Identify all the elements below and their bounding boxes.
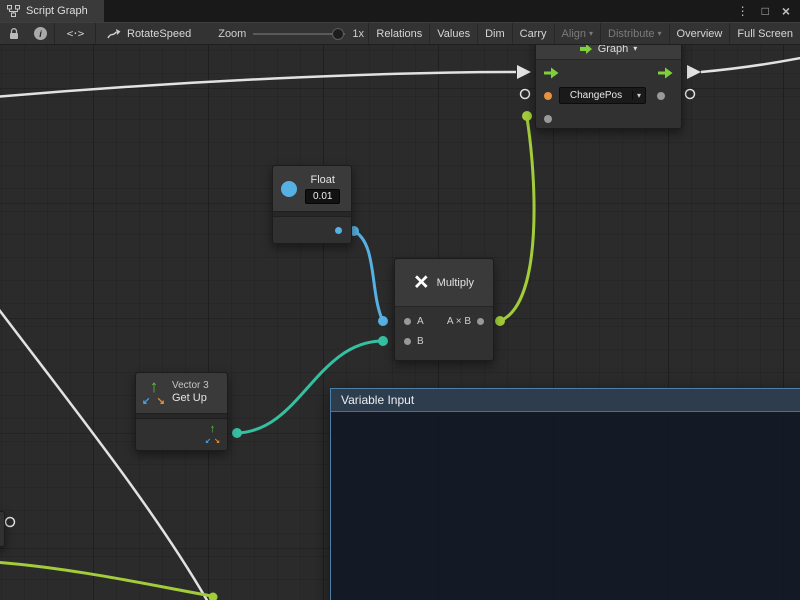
window-controls: ⋮ □ × (737, 0, 800, 22)
graph-breadcrumb[interactable]: RotateSpeed (96, 23, 202, 44)
port-bottom-wire-end[interactable] (209, 593, 218, 600)
graph-name: RotateSpeed (127, 28, 191, 40)
wire-flow-incoming[interactable] (0, 72, 516, 97)
values-button[interactable]: Values (429, 23, 477, 44)
port-getup-output[interactable] (232, 428, 242, 438)
variable-name-row: ChangePos ▾ (536, 85, 681, 106)
variable-scope-icon (580, 45, 593, 54)
multiply-node-ports: A A × B B (395, 307, 493, 360)
port-multiply-b-edge[interactable] (378, 336, 388, 346)
flow-arrowhead-in (517, 65, 531, 79)
string-input-port[interactable] (544, 92, 552, 100)
zoom-label: Zoom (218, 28, 246, 40)
relations-button[interactable]: Relations (368, 23, 429, 44)
vector3-type-label: Vector 3 (172, 380, 209, 393)
info-icon: i (34, 27, 47, 40)
multiply-node-header: × Multiply (395, 259, 493, 307)
wire-float-to-multiply-a[interactable] (354, 231, 382, 319)
multiply-output-label: A × B (447, 316, 471, 327)
multiply-input-a-label: A (417, 316, 424, 327)
carry-button[interactable]: Carry (512, 23, 554, 44)
variable-name-dropdown[interactable]: ChangePos ▾ (559, 87, 646, 104)
vector3-getup-node[interactable]: ↑ ↙ ↘ Vector 3 Get Up ↑ ↙ ↘ (135, 372, 228, 451)
full-screen-button[interactable]: Full Screen (729, 23, 800, 44)
set-variable-node-header[interactable]: Graph ▾ (536, 45, 681, 60)
wire-multiply-to-setvariable[interactable] (500, 118, 534, 321)
float-output-port[interactable] (335, 227, 342, 234)
wire-flow-outgoing[interactable] (701, 57, 800, 72)
flow-port-row (536, 60, 681, 85)
flow-arrowhead-out (687, 65, 701, 79)
flow-output-icon[interactable] (658, 67, 673, 79)
multiply-input-b-label: B (417, 336, 424, 347)
float-node-title: Float (311, 174, 335, 186)
chevron-down-icon: ▾ (632, 91, 645, 100)
variable-name-value: ChangePos (560, 90, 632, 101)
float-value-field[interactable]: 0.01 (305, 189, 340, 204)
wire-bottom-left[interactable] (0, 562, 212, 596)
zoom-value: 1x (352, 28, 364, 40)
multiply-node-title: Multiply (437, 277, 474, 289)
lock-icon (8, 27, 20, 40)
multiply-input-b-port[interactable] (404, 338, 411, 345)
multiply-row-b: B (395, 331, 493, 351)
window-close-icon[interactable]: × (782, 4, 790, 18)
zoom-slider[interactable] (253, 27, 345, 41)
port-partial-node-ring[interactable] (6, 518, 15, 527)
tab-script-graph[interactable]: Script Graph (0, 0, 104, 22)
tab-title: Script Graph (26, 5, 88, 17)
graph-asset-icon (107, 28, 121, 40)
tab-bar: Script Graph ⋮ □ × (0, 0, 800, 22)
vector3-node-header: ↑ ↙ ↘ Vector 3 Get Up (136, 373, 227, 413)
zoom-slider-handle[interactable] (332, 28, 344, 40)
vector3-operation-label: Get Up (172, 392, 209, 406)
variable-input-panel-title: Variable Input (341, 393, 414, 407)
graph-toolbar: i <·> RotateSpeed Zoom 1x Relations Valu… (0, 22, 800, 45)
vector3-output-port-icon[interactable]: ↑ ↙ ↘ (205, 427, 220, 442)
info-button[interactable]: i (27, 23, 54, 44)
overview-button[interactable]: Overview (669, 23, 730, 44)
script-graph-icon (7, 5, 20, 17)
align-dropdown-button[interactable]: Align▾ (554, 23, 600, 44)
multiply-output-port[interactable] (477, 318, 484, 325)
partial-node-left-edge[interactable] (0, 511, 5, 547)
port-setvariable-output-ring[interactable] (686, 90, 695, 99)
window-maximize-icon[interactable]: □ (762, 5, 769, 17)
multiply-node[interactable]: × Multiply A A × B B (394, 258, 494, 361)
port-multiply-a-edge[interactable] (378, 316, 388, 326)
wire-flow-diagonal[interactable] (0, 303, 208, 600)
variable-input-panel[interactable]: Variable Input (330, 388, 800, 600)
value-input-row (536, 106, 681, 132)
dim-button[interactable]: Dim (477, 23, 512, 44)
code-view-button[interactable]: <·> (55, 23, 95, 44)
distribute-dropdown-button[interactable]: Distribute▾ (600, 23, 668, 44)
port-setvariable-value-edge[interactable] (522, 111, 532, 121)
multiply-input-a-port[interactable] (404, 318, 411, 325)
port-multiply-output-edge[interactable] (495, 316, 505, 326)
variable-scope-label: Graph (598, 45, 629, 55)
window-menu-icon[interactable]: ⋮ (737, 5, 749, 17)
code-icon: <·> (67, 27, 84, 40)
variable-input-panel-header[interactable]: Variable Input (331, 389, 800, 412)
float-node-header: Float 0.01 (273, 166, 351, 211)
lock-button[interactable] (0, 23, 27, 44)
float-type-icon (281, 181, 297, 197)
vector3-node-ports: ↑ ↙ ↘ (136, 419, 227, 450)
multiply-row-a: A A × B (395, 311, 493, 331)
zoom-control: Zoom 1x (218, 27, 364, 41)
flow-input-icon[interactable] (544, 67, 559, 79)
graph-canvas[interactable]: Graph ▾ ChangePos ▾ (0, 45, 800, 600)
vector3-getup-icon: ↑ ↙ ↘ (143, 381, 165, 405)
unity-visual-scripting-window: Script Graph ⋮ □ × i <·> Rotat (0, 0, 800, 600)
float-node-ports (273, 217, 351, 243)
float-literal-node[interactable]: Float 0.01 (272, 165, 352, 244)
value-input-port[interactable] (544, 115, 552, 123)
set-variable-node[interactable]: Graph ▾ ChangePos ▾ (535, 45, 682, 129)
chevron-down-icon: ▾ (589, 29, 593, 38)
chevron-down-icon: ▾ (633, 45, 637, 53)
variable-output-port[interactable] (657, 92, 665, 100)
chevron-down-icon: ▾ (658, 29, 662, 38)
port-setvariable-name-left-ring[interactable] (521, 90, 530, 99)
multiply-icon: × (414, 270, 429, 295)
